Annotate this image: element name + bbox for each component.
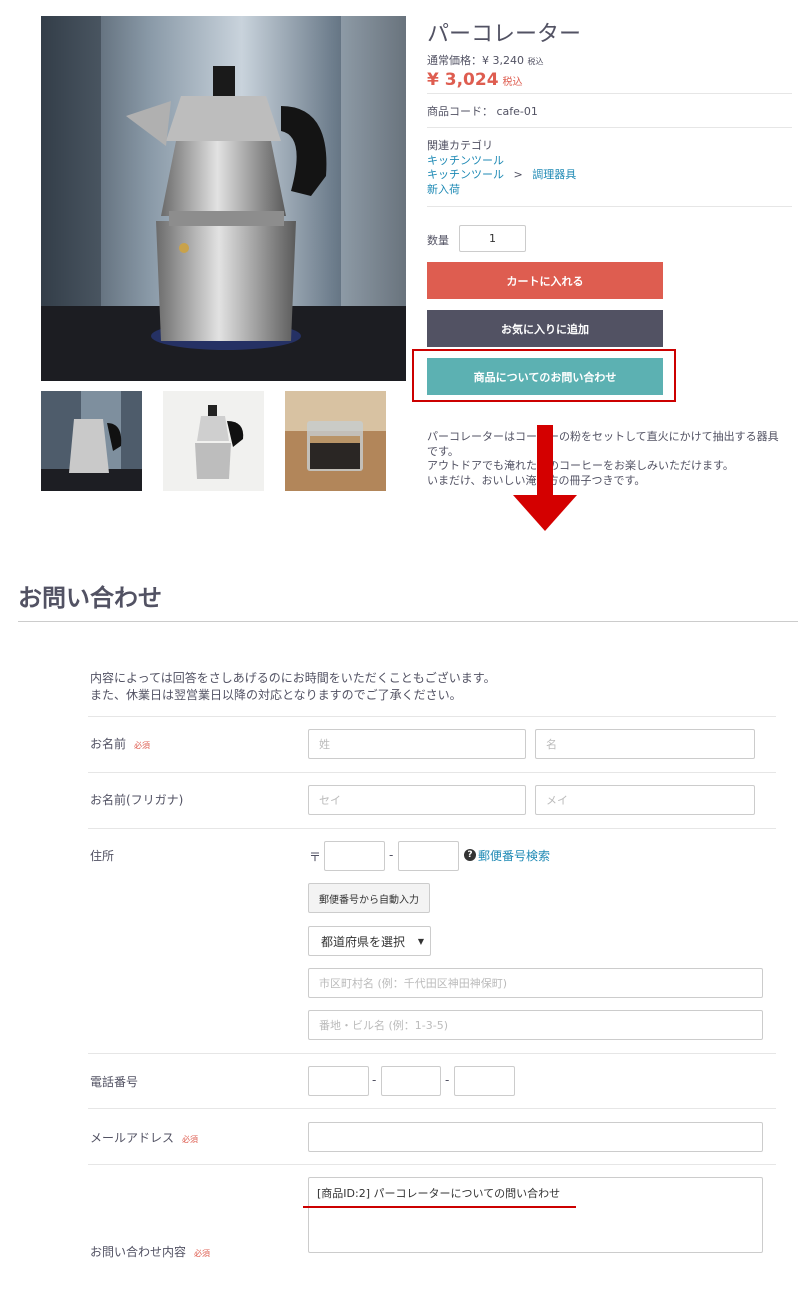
- first-name-input[interactable]: 名: [535, 729, 755, 759]
- highlight-underline: [303, 1206, 576, 1208]
- kana-first-input[interactable]: メイ: [535, 785, 755, 815]
- prefecture-select-value: 都道府県を選択: [321, 934, 406, 949]
- row-divider: [88, 772, 776, 773]
- last-name-input[interactable]: 姓: [308, 729, 526, 759]
- phone-3-input[interactable]: [454, 1066, 515, 1096]
- row-divider: [88, 828, 776, 829]
- inquiry-textarea[interactable]: [商品ID:2] パーコレーターについての問い合わせ: [308, 1177, 763, 1253]
- divider: [427, 93, 792, 94]
- quantity-input[interactable]: 1: [459, 225, 526, 252]
- address-label: 住所: [90, 849, 115, 863]
- inquiry-textarea-value: [商品ID:2] パーコレーターについての問い合わせ: [317, 1187, 561, 1200]
- name-label-text: お名前: [90, 737, 127, 751]
- category-link-kitchen-2[interactable]: キッチンツール: [427, 168, 504, 181]
- sale-price-tax: 税込: [502, 77, 523, 88]
- regular-price: 通常価格：¥ 3,240 税込: [427, 52, 544, 68]
- divider: [427, 127, 792, 128]
- add-to-favorite-button[interactable]: お気に入りに追加: [427, 310, 663, 347]
- contact-heading: お問い合わせ: [18, 584, 162, 612]
- required-badge: 必須: [134, 741, 151, 750]
- email-label: メールアドレス 必須: [90, 1129, 198, 1146]
- chevron-down-icon: ▼: [417, 936, 424, 946]
- kana-label: お名前(フリガナ): [90, 793, 184, 807]
- product-code-label: 商品コード：: [427, 105, 493, 118]
- required-badge: 必須: [194, 1249, 211, 1258]
- intro-line: また、休業日は翌営業日以降の対応となりますのでご了承ください。: [90, 688, 462, 702]
- phone-1-input[interactable]: [308, 1066, 369, 1096]
- quantity-label: 数量: [427, 234, 449, 247]
- add-to-cart-button[interactable]: カートに入れる: [427, 262, 663, 299]
- down-arrow-icon: [513, 425, 577, 531]
- name-label: お名前 必須: [90, 735, 150, 752]
- thumbnail-1[interactable]: [41, 391, 142, 491]
- row-divider: [88, 1053, 776, 1054]
- postal-autofill-button[interactable]: 郵便番号から自動入力: [308, 883, 430, 913]
- row-divider: [88, 1164, 776, 1165]
- product-code-value: cafe-01: [496, 105, 538, 118]
- required-badge: 必須: [182, 1135, 199, 1144]
- inquiry-label: お問い合わせ内容 必須: [90, 1243, 210, 1260]
- product-title: パーコレーター: [427, 22, 582, 47]
- kana-last-input[interactable]: セイ: [308, 785, 526, 815]
- description-line: パーコレーターはコーヒーの粉をセットして直火にかけて抽出する器具です。: [427, 430, 779, 458]
- category-link-cookware[interactable]: 調理器具: [532, 168, 576, 181]
- regular-price-value: 通常価格：¥ 3,240: [427, 54, 524, 67]
- sale-price-value: ¥ 3,024: [427, 70, 499, 90]
- contact-intro: 内容によっては回答をさしあげるのにお時間をいただくこともございます。 また、休業…: [90, 670, 496, 704]
- inquiry-label-text: お問い合わせ内容: [90, 1245, 187, 1259]
- street-input[interactable]: 番地・ビル名 (例：1-3-5): [308, 1010, 763, 1040]
- category-heading: 関連カテゴリ: [427, 139, 493, 152]
- regular-price-tax: 税込: [527, 57, 544, 66]
- postal-mark: 〒: [309, 850, 322, 864]
- postal-code-2-input[interactable]: [398, 841, 459, 871]
- postal-dash: -: [389, 848, 394, 862]
- row-divider: [88, 716, 776, 717]
- breadcrumb-separator: >: [513, 168, 523, 181]
- row-divider: [88, 1108, 776, 1109]
- postal-search-link[interactable]: 郵便番号検索: [478, 847, 550, 864]
- thumbnail-3[interactable]: [285, 391, 386, 491]
- email-input[interactable]: [308, 1122, 763, 1152]
- main-product-image: [41, 16, 406, 381]
- postal-code-1-input[interactable]: [324, 841, 385, 871]
- email-label-text: メールアドレス: [90, 1131, 175, 1145]
- city-input[interactable]: 市区町村名 (例：千代田区神田神保町): [308, 968, 763, 998]
- divider: [427, 206, 792, 207]
- heading-underline: [18, 621, 798, 622]
- category-breadcrumb: キッチンツール > 調理器具: [427, 166, 576, 182]
- prefecture-select[interactable]: 都道府県を選択 ▼: [308, 926, 431, 956]
- category-link-new[interactable]: 新入荷: [427, 181, 460, 197]
- phone-2-input[interactable]: [381, 1066, 441, 1096]
- thumbnail-2[interactable]: [163, 391, 264, 491]
- phone-label: 電話番号: [90, 1075, 139, 1089]
- description-line: いまだけ、おいしい淹れ方の冊子つきです。: [427, 473, 646, 487]
- intro-line: 内容によっては回答をさしあげるのにお時間をいただくこともございます。: [90, 671, 496, 685]
- phone-dash: -: [372, 1073, 377, 1087]
- product-description: パーコレーターはコーヒーの粉をセットして直火にかけて抽出する器具です。 アウトド…: [427, 430, 787, 488]
- product-inquiry-button[interactable]: 商品についてのお問い合わせ: [427, 358, 663, 395]
- sale-price: ¥ 3,024 税込: [427, 70, 523, 90]
- description-line: アウトドアでも淹れたてのコーヒーをお楽しみいただけます。: [427, 459, 734, 472]
- phone-dash: -: [445, 1073, 450, 1087]
- product-code: 商品コード： cafe-01: [427, 103, 538, 119]
- help-icon: ?: [464, 849, 476, 861]
